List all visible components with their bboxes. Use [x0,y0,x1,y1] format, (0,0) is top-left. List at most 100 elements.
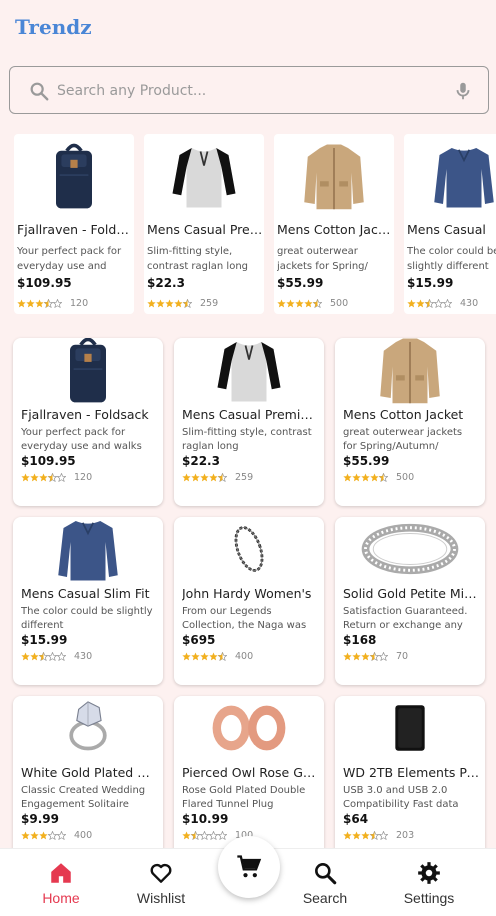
product-card[interactable]: White Gold Plated Princess Classic Creat… [13,696,163,864]
product-rating: 70 [343,651,408,662]
carousel-product-card[interactable]: Fjallraven - Foldsack Your perfect pack … [14,134,134,314]
product-price: $15.99 [407,276,454,290]
product-title: Fjallraven - Foldsack [17,222,133,237]
product-image [174,696,324,760]
product-price: $9.99 [21,812,59,826]
search-icon [315,863,337,885]
product-rating: 259 [182,472,253,483]
product-image [335,338,485,404]
product-title: Pierced Owl Rose Gold [182,765,318,780]
product-price: $64 [343,812,369,826]
rating-count: 203 [396,830,415,841]
product-description: Rose Gold Plated Double Flared Tunnel Pl… [182,785,306,810]
product-price: $22.3 [147,276,185,290]
rating-count: 259 [200,298,219,309]
shirt-icon [172,148,236,208]
product-card[interactable]: Solid Gold Petite Micropave Satisfaction… [335,517,485,685]
product-rating: 500 [277,298,348,309]
product-description: great outerwear jackets for Spring/ [277,246,368,272]
product-price: $109.95 [17,276,72,290]
product-title: WD 2TB Elements Portable [343,765,479,780]
home-icon [51,863,71,883]
carousel-product-card[interactable]: Mens Casual The color could be slightly … [404,134,496,314]
rating-stars [277,299,322,308]
heart-icon [150,863,172,883]
product-price: $109.95 [21,454,76,468]
product-card[interactable]: WD 2TB Elements Portable USB 3.0 and USB… [335,696,485,864]
product-card[interactable]: Mens Casual Slim Fit The color could be … [13,517,163,685]
product-price: $15.99 [21,633,68,647]
product-title: Fjallraven - Foldsack [21,407,149,422]
product-image [144,134,264,218]
product-price: $55.99 [343,454,390,468]
product-description: Slim-fitting style, contrast raglan long [182,427,312,452]
product-title: Mens Casual Slim Fit [21,586,150,601]
shirt-icon [58,521,118,581]
nav-settings-label: Settings [403,890,455,906]
backpack-icon [56,143,92,209]
product-title: Solid Gold Petite Micropave [343,586,479,601]
product-price: $22.3 [182,454,220,468]
nav-home[interactable]: Home [21,849,101,916]
product-image [274,134,394,218]
product-card[interactable]: Mens Cotton Jacket great outerwear jacke… [335,338,485,506]
nav-search[interactable]: Search [285,849,365,916]
product-description: From our Legends Collection, the Naga wa… [182,606,307,631]
nav-settings[interactable]: Settings [389,849,469,916]
nav-wishlist[interactable]: Wishlist [121,849,201,916]
product-image [13,517,163,581]
product-title: Mens Casual [407,222,486,237]
product-description: USB 3.0 and USB 2.0 Compatibility Fast d… [343,785,459,810]
shirt-icon [434,148,494,208]
product-card[interactable]: Fjallraven - Foldsack Your perfect pack … [13,338,163,506]
carousel-product-card[interactable]: Mens Cotton Jacket great outerwear jacke… [274,134,394,314]
rating-count: 70 [396,651,409,662]
nav-wishlist-label: Wishlist [136,890,186,906]
rating-count: 120 [70,298,89,309]
product-image [14,134,134,218]
product-image [404,134,496,218]
product-card[interactable]: John Hardy Women's From our Legends Coll… [174,517,324,685]
featured-carousel[interactable]: Fjallraven - Foldsack Your perfect pack … [0,134,496,314]
product-rating: 259 [147,298,218,309]
product-description: Classic Created Wedding Engagement Solit… [21,785,146,810]
product-card[interactable]: Mens Casual Premium Slim-fitting style, … [174,338,324,506]
product-description: Slim-fitting style, contrast raglan long [147,246,249,272]
product-title: Mens Casual Premium [182,407,318,422]
rating-count: 400 [74,830,93,841]
rating-count: 430 [460,298,479,309]
product-title: Mens Cotton Jacket [277,222,393,237]
shirt-icon [217,342,281,402]
rating-stars [343,831,388,840]
rating-stars [182,831,227,840]
search-input[interactable] [57,75,437,107]
bracelet-icon [234,526,264,572]
plug-icon [212,705,286,751]
cart-button[interactable] [218,836,280,898]
microphone-icon[interactable] [452,80,474,102]
rating-stars [21,473,66,482]
rating-stars [407,299,452,308]
rating-stars [147,299,192,308]
product-price: $695 [182,633,216,647]
rating-count: 120 [74,472,93,483]
rating-stars [182,473,227,482]
product-rating: 120 [17,298,88,309]
search-bar[interactable] [9,66,489,114]
ring-icon [361,523,459,575]
product-title: Mens Casual Premium [147,222,263,237]
product-image [335,517,485,581]
ring-icon [69,701,107,751]
harddrive-icon [395,705,425,751]
product-price: $55.99 [277,276,324,290]
gear-icon [418,862,440,884]
product-image [174,517,324,581]
carousel-product-card[interactable]: Mens Casual Premium Slim-fitting style, … [144,134,264,314]
product-rating: 430 [407,298,478,309]
product-rating: 203 [343,830,414,841]
product-description: The color could be slightly different [407,246,496,272]
cart-icon [237,855,262,878]
rating-stars [343,652,388,661]
product-rating: 400 [182,651,253,662]
rating-stars [343,473,388,482]
